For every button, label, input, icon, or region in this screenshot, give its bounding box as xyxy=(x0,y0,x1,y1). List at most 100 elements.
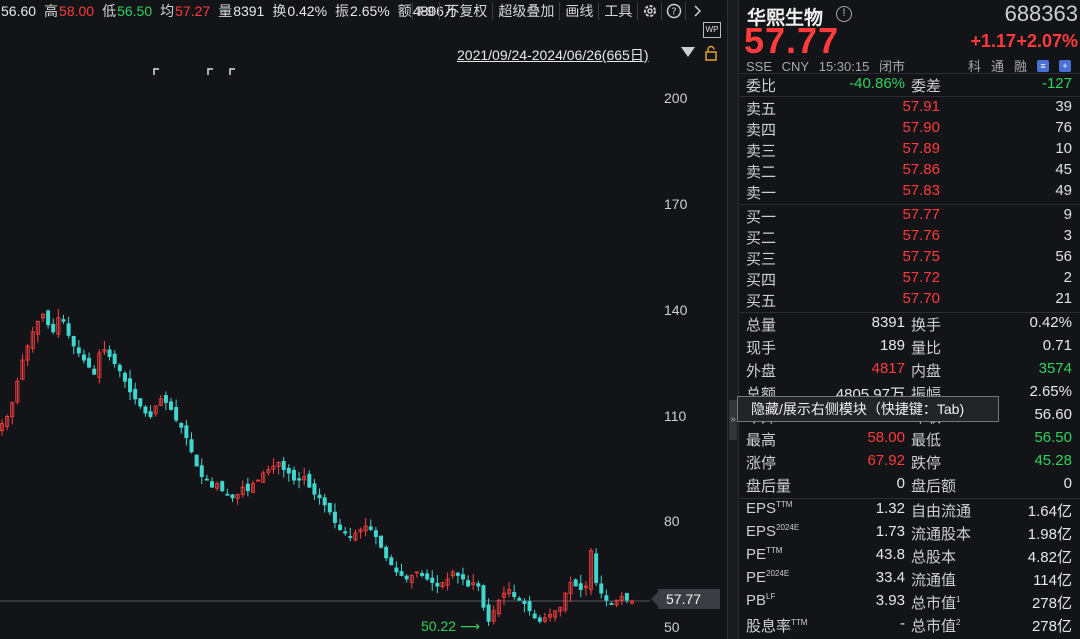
volume-quote: 量8391 xyxy=(218,3,265,19)
metric-superscript: TTM xyxy=(791,618,808,627)
candle-body xyxy=(609,603,614,606)
candle-body xyxy=(368,526,373,530)
stock-code: 688363 xyxy=(1004,1,1078,26)
bid-level-row[interactable]: 买四 57.72 2 xyxy=(740,269,1080,290)
overlay-button[interactable]: 超级叠加 xyxy=(492,2,559,20)
candle-body xyxy=(128,378,133,393)
candle-body xyxy=(332,511,337,523)
add-watchlist-icon[interactable]: + xyxy=(1059,59,1072,72)
stat-value: 67.92 xyxy=(867,452,905,469)
candle-body xyxy=(174,407,179,421)
ask-level-row[interactable]: 卖三 57.89 10 xyxy=(740,140,1080,161)
event-marker-icon[interactable] xyxy=(207,68,213,75)
settings-gear-icon[interactable] xyxy=(637,2,661,20)
stat-row: 最高 58.00 最低 56.50 xyxy=(740,429,1080,450)
level-price: 57.76 xyxy=(902,227,940,244)
divider-line xyxy=(740,73,1080,74)
ask-level-row[interactable]: 卖五 57.91 39 xyxy=(740,98,1080,119)
level-volume: 39 xyxy=(1055,98,1072,115)
kline-chart-area[interactable]: 56.60 高58.00 低56.50 均57.27 量8391 换0.42% … xyxy=(0,0,727,639)
collapse-panel-icon[interactable]: » xyxy=(729,400,737,440)
order-ratio-row: 委比 -40.86% 委差 -127 xyxy=(746,75,1072,95)
metric-superscript: TTM xyxy=(776,500,793,509)
stat-row: 盘后量 0 盘后额 0 xyxy=(740,475,1080,496)
candle-body xyxy=(517,598,522,601)
last-price-tag: 57.77 xyxy=(651,589,720,609)
candle-body xyxy=(148,411,153,417)
stat-value: 0.42% xyxy=(1029,314,1072,331)
candle-body xyxy=(133,388,138,400)
fundamental-label: EPS2024E xyxy=(746,523,799,540)
fundamental-value: 1.64亿 xyxy=(1027,503,1072,520)
y-tick-label: 170 xyxy=(664,195,688,212)
candle-body xyxy=(527,601,532,612)
chart-tool-buttons: F9 不复权 超级叠加 画线 工具 ? xyxy=(412,0,709,22)
bid-level-row[interactable]: 买三 57.75 56 xyxy=(740,248,1080,269)
tools-button[interactable]: 工具 xyxy=(598,2,637,20)
stat-value: 4817 xyxy=(871,360,905,377)
panel-divider[interactable] xyxy=(727,0,739,639)
stat-label: 换手 xyxy=(911,317,942,334)
candle-body xyxy=(389,557,394,566)
time-label: 15:30:15 xyxy=(818,59,870,74)
candle-body xyxy=(578,583,583,590)
range-dropdown-icon[interactable] xyxy=(681,47,695,57)
divider-line xyxy=(740,96,1080,97)
metric-name: 流通值 xyxy=(911,572,957,589)
candle-body xyxy=(122,372,127,382)
ask-level-row[interactable]: 卖二 57.86 45 xyxy=(740,161,1080,182)
fundamental-label: 流通股本 xyxy=(911,523,971,544)
metric-name: 股息率 xyxy=(746,618,792,635)
event-marker-icon[interactable] xyxy=(153,68,159,75)
metric-superscript: 1 xyxy=(956,595,961,604)
quote-side-panel: 华熙生物 ! 688363 57.77 +1.17 +2.07% SSE CNY… xyxy=(740,0,1080,639)
candle-body xyxy=(76,347,81,354)
help-icon[interactable]: ? xyxy=(661,2,685,20)
adjust-button[interactable]: 不复权 xyxy=(439,2,492,20)
low-quote: 低56.50 xyxy=(102,3,153,19)
wp-badge-icon[interactable]: WP xyxy=(703,22,721,38)
kline-plot[interactable] xyxy=(0,60,650,639)
candle-body xyxy=(384,546,389,559)
bid-level-row[interactable]: 买一 57.77 9 xyxy=(740,206,1080,227)
candle-body xyxy=(291,469,296,481)
candle-body xyxy=(338,524,343,530)
level-label: 卖四 xyxy=(746,122,777,139)
toggle-panel-tooltip: 隐藏/展示右侧模块（快捷键：Tab) xyxy=(737,396,999,422)
ask-level-row[interactable]: 卖四 57.90 76 xyxy=(740,119,1080,140)
level-price: 57.77 xyxy=(902,206,940,223)
stat-value: 0 xyxy=(1063,475,1072,492)
fundamental-value: 33.4 xyxy=(875,569,905,586)
avg-quote: 均57.27 xyxy=(160,3,211,19)
unlock-icon[interactable] xyxy=(703,45,719,61)
stock-change-pct: +2.07% xyxy=(1016,31,1078,51)
metric-superscript: LF xyxy=(766,592,776,601)
metric-name: EPS xyxy=(746,500,777,517)
bid-level-row[interactable]: 买二 57.76 3 xyxy=(740,227,1080,248)
fundamental-value: 4.82亿 xyxy=(1027,549,1072,566)
candle-body xyxy=(61,319,66,322)
candle-body xyxy=(573,579,578,587)
candle-body xyxy=(220,481,225,492)
ask-level-row[interactable]: 卖一 57.83 49 xyxy=(740,182,1080,203)
chevron-right-icon[interactable] xyxy=(685,2,709,20)
arrow-right-icon: ⟶ xyxy=(459,618,481,634)
candle-body xyxy=(71,336,76,347)
bid-level-row[interactable]: 买五 57.70 21 xyxy=(740,290,1080,311)
candle-body xyxy=(599,583,604,594)
divider-line xyxy=(740,312,1080,313)
y-tick-label: 200 xyxy=(664,89,688,106)
stat-row: 涨停 67.92 跌停 45.28 xyxy=(740,452,1080,473)
event-marker-icon[interactable] xyxy=(229,68,235,75)
list-icon[interactable]: ≡ xyxy=(1037,59,1050,72)
stat-value: 56.60 xyxy=(1034,406,1072,423)
level-volume: 45 xyxy=(1055,161,1072,178)
draw-line-button[interactable]: 画线 xyxy=(559,2,598,20)
fundamental-value: 1.32 xyxy=(875,500,905,517)
level-volume: 49 xyxy=(1055,182,1072,199)
f9-button[interactable]: F9 xyxy=(412,2,439,20)
fundamental-row: EPSTTM 1.32 自由流通 1.64亿 xyxy=(740,500,1080,521)
stat-row: 总量 8391 换手 0.42% xyxy=(740,314,1080,335)
candle-body xyxy=(245,483,250,492)
candle-body xyxy=(317,494,322,499)
